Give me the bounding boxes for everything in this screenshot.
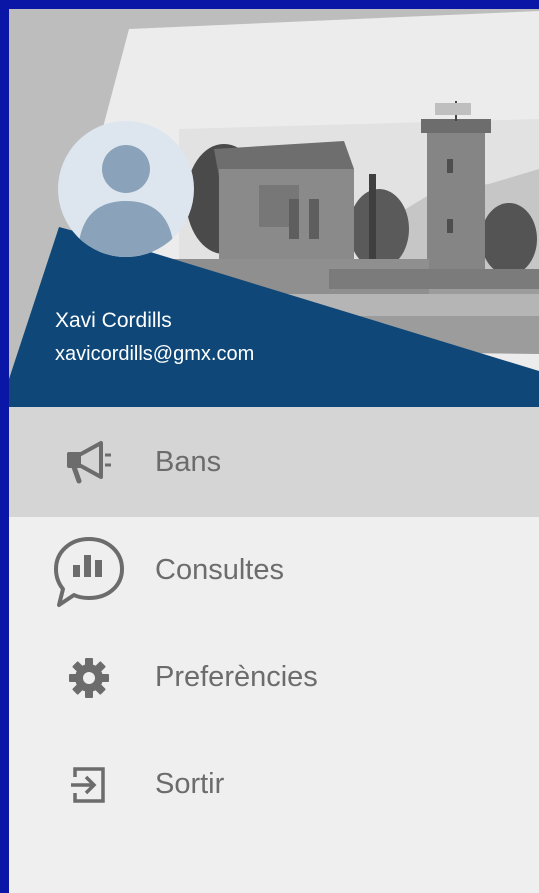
poll-chat-icon	[51, 533, 127, 609]
menu-item-preferencies[interactable]: Preferències	[9, 624, 539, 731]
menu-item-bans[interactable]: Bans	[9, 407, 539, 517]
navigation-drawer: Xavi Cordills xavicordills@gmx.com Bans	[9, 9, 539, 893]
menu-item-consultes[interactable]: Consultes	[9, 517, 539, 624]
drawer-header: Xavi Cordills xavicordills@gmx.com	[9, 9, 539, 407]
menu-item-sortir[interactable]: Sortir	[9, 731, 539, 838]
menu-item-label: Bans	[155, 445, 222, 478]
person-icon	[78, 145, 174, 257]
gear-icon	[51, 640, 127, 716]
drawer-menu: Bans Consultes Preferències Sortir	[9, 407, 539, 838]
menu-item-label: Sortir	[155, 768, 225, 800]
megaphone-icon	[51, 424, 127, 500]
user-email: xavicordills@gmx.com	[55, 343, 255, 365]
user-name: Xavi Cordills	[55, 309, 172, 332]
logout-icon	[51, 747, 127, 823]
user-avatar[interactable]	[58, 121, 194, 257]
menu-item-label: Consultes	[155, 554, 284, 586]
menu-item-label: Preferències	[155, 661, 318, 693]
